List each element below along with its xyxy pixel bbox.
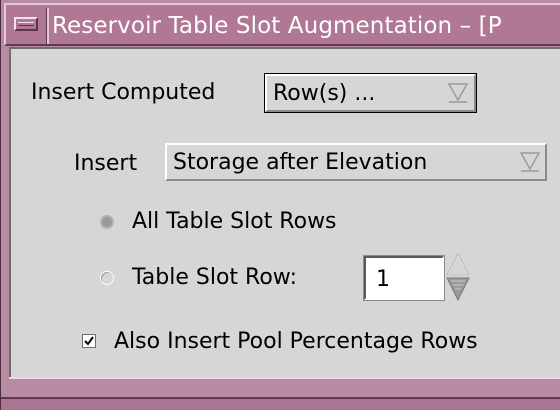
insert-label: Insert: [74, 151, 138, 176]
table-slot-row-input[interactable]: 1: [364, 256, 444, 300]
insert-computed-dropdown[interactable]: Row(s) ...: [265, 74, 476, 112]
title-separator: [46, 8, 49, 44]
pool-percentage-label: Also Insert Pool Percentage Rows: [114, 329, 478, 354]
stepper-arrows-icon: [445, 251, 471, 302]
insert-computed-label: Insert Computed: [31, 80, 216, 105]
window-menu-button[interactable]: [14, 17, 38, 31]
window-title: Reservoir Table Slot Augmentation – [P: [52, 13, 502, 39]
chevron-down-icon: [519, 152, 541, 172]
radio-selected-icon: [100, 215, 114, 229]
radio-unselected-icon: [100, 271, 114, 285]
chevron-down-icon: [447, 83, 469, 103]
pool-percentage-checkbox[interactable]: [82, 334, 96, 348]
radio-single-label: Table Slot Row:: [132, 265, 297, 290]
dialog-window: Reservoir Table Slot Augmentation – [P I…: [0, 0, 560, 410]
title-bar[interactable]: Reservoir Table Slot Augmentation – [P: [4, 3, 560, 46]
insert-value: Storage after Elevation: [173, 150, 428, 175]
insert-dropdown[interactable]: Storage after Elevation: [165, 143, 547, 181]
checkmark-icon: [84, 336, 94, 346]
radio-all-label: All Table Slot Rows: [132, 209, 337, 234]
dialog-bottom-border: [9, 377, 560, 397]
window-menu-icon: [18, 22, 34, 26]
table-slot-row-stepper[interactable]: [445, 251, 471, 303]
dialog-body: Insert Computed Row(s) ... Insert Storag…: [9, 47, 560, 377]
insert-computed-value: Row(s) ...: [273, 81, 376, 106]
window-bottom-edge: [1, 397, 560, 410]
table-slot-row-value: 1: [376, 267, 390, 292]
